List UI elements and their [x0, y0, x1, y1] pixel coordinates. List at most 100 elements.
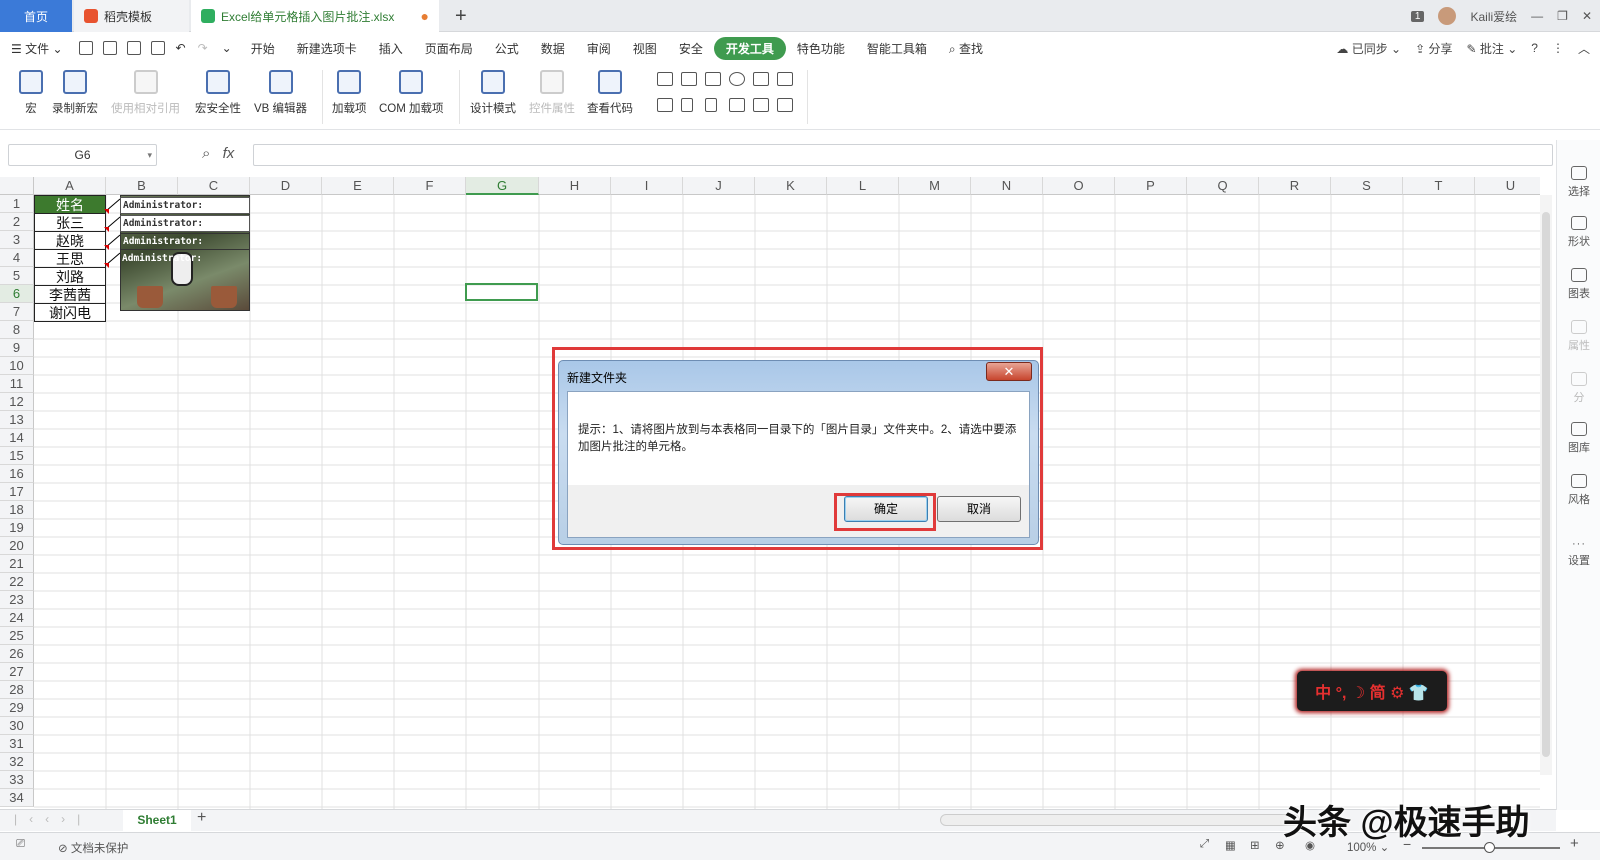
- new-tab-button[interactable]: +: [455, 5, 467, 28]
- file-menu[interactable]: ☰ 文件 ⌄: [0, 40, 74, 57]
- column-header-l[interactable]: L: [827, 177, 899, 195]
- menu-insert[interactable]: 插入: [368, 40, 414, 57]
- zoom-in-icon[interactable]: +: [1570, 835, 1579, 852]
- row-header-32[interactable]: 32: [0, 753, 34, 771]
- macro-status-icon[interactable]: ⎚: [16, 838, 25, 851]
- fx-icon[interactable]: fx: [223, 145, 235, 162]
- row-header-8[interactable]: 8: [0, 321, 34, 339]
- row-header-10[interactable]: 10: [0, 357, 34, 375]
- menu-page-layout[interactable]: 页面布局: [414, 40, 484, 57]
- row-header-3[interactable]: 3: [0, 231, 34, 249]
- comment-button[interactable]: ✎ 批注 ⌄: [1467, 40, 1518, 57]
- menu-new-tab[interactable]: 新建选项卡: [286, 40, 368, 57]
- select-all-corner[interactable]: [0, 177, 34, 195]
- comment-box[interactable]: Administrator:: [120, 233, 250, 250]
- sync-status[interactable]: ☁ 已同步 ⌄: [1336, 40, 1401, 57]
- share-button[interactable]: ⇪ 分享: [1415, 40, 1452, 57]
- print-preview-icon[interactable]: [150, 41, 165, 55]
- row-header-20[interactable]: 20: [0, 537, 34, 555]
- radio-control-icon[interactable]: [729, 72, 745, 86]
- menu-features[interactable]: 特色功能: [786, 40, 856, 57]
- row-header-7[interactable]: 7: [0, 303, 34, 321]
- row-header-16[interactable]: 16: [0, 465, 34, 483]
- row-header-21[interactable]: 21: [0, 555, 34, 573]
- text-control-icon[interactable]: [729, 98, 745, 112]
- row-header-4[interactable]: 4: [0, 249, 34, 267]
- menu-review[interactable]: 审阅: [576, 40, 622, 57]
- name-cell[interactable]: 谢闪电: [34, 303, 106, 322]
- menu-security[interactable]: 安全: [668, 40, 714, 57]
- listbox-control-icon[interactable]: [753, 72, 769, 86]
- more-icon[interactable]: ⋮: [1552, 41, 1564, 55]
- sidebar-item-style[interactable]: 风格: [1557, 474, 1600, 507]
- design-mode-button[interactable]: 设计模式: [470, 70, 516, 116]
- column-header-j[interactable]: J: [683, 177, 755, 195]
- spin-control-icon[interactable]: [705, 98, 717, 112]
- column-header-r[interactable]: R: [1259, 177, 1331, 195]
- row-header-22[interactable]: 22: [0, 573, 34, 591]
- column-header-h[interactable]: H: [539, 177, 611, 195]
- row-header-2[interactable]: 2: [0, 213, 34, 231]
- save-icon[interactable]: [78, 41, 93, 55]
- menu-developer[interactable]: 开发工具: [713, 36, 786, 60]
- close-window-icon[interactable]: ✕: [1582, 9, 1592, 23]
- user-name[interactable]: Kaili爱绘: [1470, 8, 1517, 25]
- column-header-p[interactable]: P: [1115, 177, 1187, 195]
- collapse-ribbon-icon[interactable]: ︿: [1578, 40, 1590, 57]
- row-header-17[interactable]: 17: [0, 483, 34, 501]
- row-header-9[interactable]: 9: [0, 339, 34, 357]
- row-header-5[interactable]: 5: [0, 267, 34, 285]
- column-header-d[interactable]: D: [250, 177, 322, 195]
- zoom-formula-icon[interactable]: ⌕: [202, 145, 210, 162]
- sheet-nav-arrows-icon[interactable]: |‹‹›|: [14, 812, 92, 826]
- name-cell[interactable]: 张三: [34, 213, 106, 232]
- view-code-button[interactable]: 查看代码: [587, 70, 633, 116]
- column-header-t[interactable]: T: [1403, 177, 1475, 195]
- column-header-s[interactable]: S: [1331, 177, 1403, 195]
- textbox-control-icon[interactable]: [705, 72, 721, 86]
- sidebar-item-settings[interactable]: ··· 设置: [1557, 538, 1600, 568]
- row-header-18[interactable]: 18: [0, 501, 34, 519]
- column-header-a[interactable]: A: [34, 177, 106, 195]
- name-box-dropdown-icon[interactable]: ▾: [147, 145, 152, 165]
- row-header-26[interactable]: 26: [0, 645, 34, 663]
- fullscreen-icon[interactable]: ⤢: [1200, 838, 1209, 851]
- sheet-tab-sheet1[interactable]: Sheet1: [123, 810, 191, 831]
- record-macro-button[interactable]: 录制新宏: [52, 70, 98, 116]
- column-header-o[interactable]: O: [1043, 177, 1115, 195]
- doc-protection-status[interactable]: ⊘ 文档未保护: [58, 840, 128, 856]
- formula-input[interactable]: [253, 144, 1553, 166]
- menu-search[interactable]: ⌕ 查找: [938, 40, 994, 57]
- column-header-c[interactable]: C: [178, 177, 250, 195]
- control-properties-button[interactable]: 控件属性: [529, 70, 575, 116]
- restore-icon[interactable]: ❐: [1557, 9, 1568, 23]
- row-header-29[interactable]: 29: [0, 699, 34, 717]
- menu-view[interactable]: 视图: [622, 40, 668, 57]
- row-header-23[interactable]: 23: [0, 591, 34, 609]
- name-cell[interactable]: 赵晓: [34, 231, 106, 250]
- image-control-icon[interactable]: [753, 98, 769, 112]
- help-icon[interactable]: ?: [1531, 41, 1538, 55]
- row-header-14[interactable]: 14: [0, 429, 34, 447]
- column-header-f[interactable]: F: [394, 177, 466, 195]
- selected-cell-g6[interactable]: [465, 283, 538, 301]
- row-header-28[interactable]: 28: [0, 681, 34, 699]
- comment-box[interactable]: Administrator:: [120, 251, 250, 268]
- menu-start[interactable]: 开始: [240, 40, 286, 57]
- add-ins-button[interactable]: 加载项: [332, 70, 367, 116]
- tab-docer-templates[interactable]: 稻壳模板: [74, 0, 189, 32]
- sidebar-item-select[interactable]: 选择: [1557, 166, 1600, 199]
- row-header-25[interactable]: 25: [0, 627, 34, 645]
- row-header-6[interactable]: 6: [0, 285, 34, 303]
- scrollbar-control-icon[interactable]: [681, 98, 693, 112]
- row-header-15[interactable]: 15: [0, 447, 34, 465]
- cancel-button[interactable]: 取消: [937, 496, 1021, 522]
- name-cell[interactable]: 王思: [34, 249, 106, 268]
- column-header-u[interactable]: U: [1475, 177, 1540, 195]
- column-header-e[interactable]: E: [322, 177, 394, 195]
- com-add-ins-button[interactable]: COM 加载项: [379, 70, 444, 116]
- name-cell[interactable]: 刘路: [34, 267, 106, 286]
- macro-button[interactable]: 宏: [19, 70, 43, 116]
- minimize-icon[interactable]: —: [1531, 9, 1543, 23]
- menu-formulas[interactable]: 公式: [484, 40, 530, 57]
